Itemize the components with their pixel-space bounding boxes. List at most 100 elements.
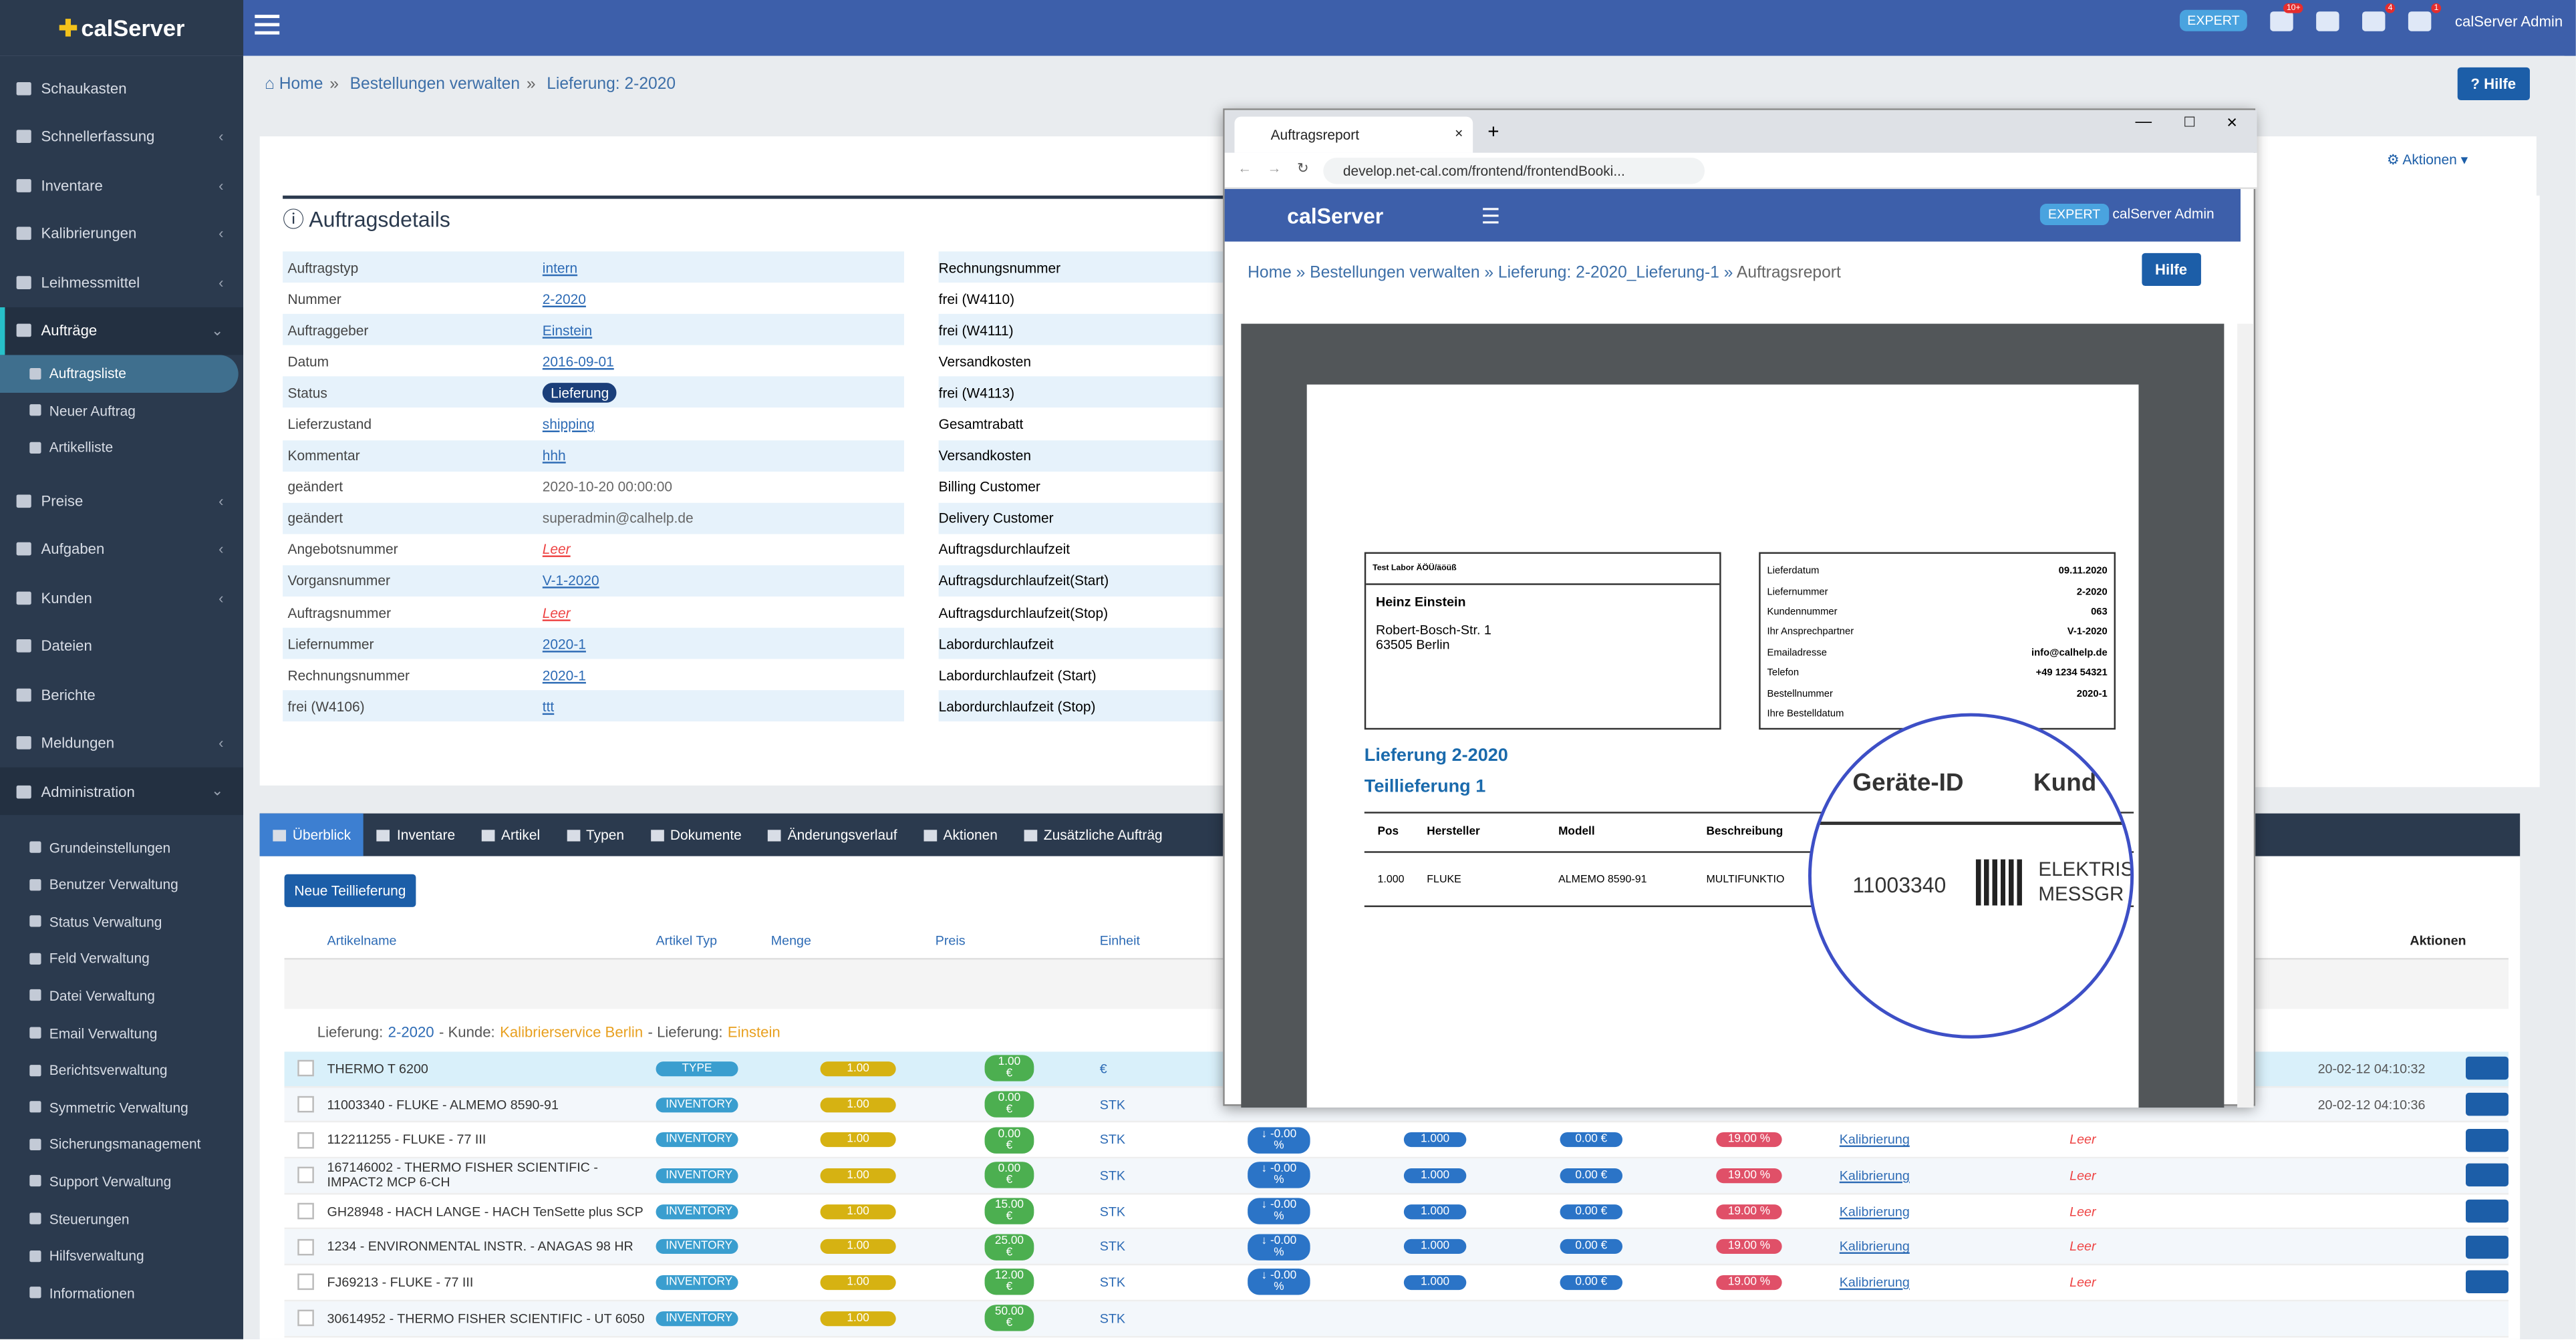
sidebar-sub-neuer-auftrag[interactable]: Neuer Auftrag [0, 392, 243, 430]
help-button[interactable]: ? Hilfe [2457, 67, 2529, 101]
sidebar-sub-informationen[interactable]: Informationen [0, 1274, 243, 1311]
control-icon [29, 1212, 41, 1224]
sidebar-sub-sicherung[interactable]: Sicherungsmanagement [0, 1126, 243, 1163]
row-checkbox[interactable] [297, 1202, 314, 1220]
forward-icon[interactable]: → [1268, 160, 1282, 176]
sidebar-sub-email[interactable]: Email Verwaltung [0, 1014, 243, 1051]
row-actions-button[interactable] [2466, 1057, 2509, 1081]
sidebar-item-administration[interactable]: Administration ⌄ [0, 767, 244, 816]
sidebar-sub-symmetric[interactable]: Symmetric Verwaltung [0, 1089, 243, 1126]
popup-logo[interactable]: calServer [1287, 204, 1383, 228]
expert-badge[interactable]: EXPERT [2178, 9, 2248, 31]
col-einheit[interactable]: Einheit [1100, 933, 1232, 958]
col-menge[interactable]: Menge [771, 933, 936, 958]
tab-artikel[interactable]: Artikel [468, 814, 553, 856]
row-checkbox[interactable] [297, 1132, 314, 1148]
popup-scrollbar[interactable] [2237, 323, 2254, 1108]
row-actions-button[interactable] [2466, 1235, 2509, 1259]
row-checkbox[interactable] [297, 1060, 314, 1077]
browser-tab[interactable]: Auftragsreport × [1234, 116, 1473, 153]
tab-zusaetzliche[interactable]: Zusätzliche Aufträg [1011, 814, 1176, 856]
sidebar-sub-auftragsliste[interactable]: Auftragsliste [0, 355, 239, 392]
sidebar-item-berichte[interactable]: Berichte [0, 670, 243, 719]
row-actions-button[interactable] [2466, 1128, 2509, 1152]
new-tab-icon[interactable]: + [1487, 120, 1499, 143]
url-field[interactable]: develop.net-cal.com/frontend/frontendBoo… [1323, 158, 1705, 184]
reload-icon[interactable]: ↻ [1297, 160, 1309, 178]
book-icon [29, 1064, 41, 1076]
menu-toggle-icon[interactable] [255, 15, 280, 35]
maximize-icon[interactable]: □ [2184, 114, 2194, 132]
close-icon[interactable]: × [1455, 125, 1463, 142]
sidebar-item-aufgaben[interactable]: Aufgaben ‹ [0, 524, 243, 573]
status-badge[interactable]: Lieferung [542, 382, 617, 403]
popup-menu-icon[interactable]: ☰ [1481, 204, 1500, 230]
sidebar-item-leihmessmittel[interactable]: Leihmessmittel ‹ [0, 258, 243, 307]
breadcrumb: ⌂ Home» Bestellungen verwalten» Lieferun… [265, 75, 676, 94]
user-menu[interactable]: calServer Admin [2455, 12, 2563, 29]
sidebar-item-dateien[interactable]: Dateien [0, 622, 243, 671]
sidebar-item-kalibrierungen[interactable]: Kalibrierungen ‹ [0, 210, 243, 259]
row-checkbox[interactable] [297, 1238, 314, 1255]
table-row[interactable]: 112211255 - FLUKE - 77 III INVENTORY 1.00 0… [284, 1123, 2509, 1159]
detail-row: Lieferzustand shipping [287, 415, 595, 433]
sidebar-sub-benutzer[interactable]: Benutzer Verwaltung [0, 866, 243, 903]
row-checkbox[interactable] [297, 1274, 314, 1291]
tab-typen[interactable]: Typen [553, 814, 637, 856]
back-icon[interactable]: ← [1238, 160, 1252, 176]
actions-dropdown[interactable]: ⚙ Aktionen ▾ [2387, 151, 2468, 169]
sidebar-sub-status[interactable]: Status Verwaltung [0, 903, 243, 941]
row-actions-button[interactable] [2466, 1092, 2509, 1116]
table-row[interactable]: 30614952 - THERMO FISHER SCIENTIFIC - UT… [284, 1301, 2509, 1337]
gear-icon: ⚙ [2386, 151, 2400, 168]
sidebar-sub-support[interactable]: Support Verwaltung [0, 1163, 243, 1200]
tab-inventare[interactable]: Inventare [364, 814, 468, 856]
tab-aenderungsverlauf[interactable]: Änderungsverlauf [754, 814, 910, 856]
sidebar-sub-feld[interactable]: Feld Verwaltung [0, 940, 243, 977]
row-checkbox[interactable] [297, 1310, 314, 1327]
table-row[interactable]: FJ69213 - FLUKE - 77 III INVENTORY 1.00 12.… [284, 1266, 2509, 1301]
sidebar-sub-grundeinstellungen[interactable]: Grundeinstellungen [0, 829, 243, 866]
row-checkbox[interactable] [297, 1167, 314, 1184]
new-partial-delivery-button[interactable]: Neue Teillieferung [284, 874, 416, 907]
tab-ueberblick[interactable]: Überblick [259, 813, 364, 856]
sidebar-item-kunden[interactable]: Kunden ‹ [0, 573, 243, 622]
table-row[interactable]: 167146002 - THERMO FISHER SCIENTIFIC - I… [284, 1158, 2509, 1194]
row-actions-button[interactable] [2466, 1164, 2509, 1188]
sidebar-sub-hilfe[interactable]: Hilfsverwaltung [0, 1237, 243, 1275]
col-preis[interactable]: Preis [936, 933, 1100, 958]
detail-row: Nummer 2-2020 [287, 290, 586, 307]
logo-icon: ✚ [58, 13, 78, 41]
sidebar-item-meldungen[interactable]: Meldungen ‹ [0, 719, 243, 768]
tab-dokumente[interactable]: Dokumente [637, 814, 755, 856]
table-row[interactable]: 1234 - ENVIRONMENTAL INSTR. - ANAGAS 98 … [284, 1230, 2509, 1266]
logo[interactable]: ✚ calServer [0, 0, 244, 56]
cart-icon[interactable]: 1 [2409, 2, 2442, 31]
sidebar-item-preise[interactable]: Preise ‹ [0, 476, 243, 525]
detail-row: Vorgansnummer V-1-2020 [283, 565, 904, 597]
row-checkbox[interactable] [297, 1096, 314, 1113]
sidebar-item-schnellerfassung[interactable]: Schnellerfassung ‹ [0, 113, 243, 162]
sidebar-sub-artikelliste[interactable]: Artikelliste [0, 430, 243, 467]
sidebar-sub-datei[interactable]: Datei Verwaltung [0, 977, 243, 1015]
minimize-icon[interactable]: — [2136, 114, 2152, 132]
breadcrumb-bestellungen[interactable]: Bestellungen verwalten [350, 75, 520, 94]
row-actions-button[interactable] [2466, 1271, 2509, 1295]
row-actions-button[interactable] [2466, 1200, 2509, 1223]
bookmark-icon [29, 953, 41, 965]
sidebar-item-inventare[interactable]: Inventare ‹ [0, 161, 243, 210]
tab-aktionen[interactable]: Aktionen [910, 814, 1010, 856]
sidebar-item-auftraege[interactable]: Aufträge ⌄ [0, 306, 244, 355]
sidebar-sub-steuerungen[interactable]: Steuerungen [0, 1200, 243, 1237]
sidebar-item-schaukasten[interactable]: Schaukasten [0, 64, 243, 113]
flag-icon[interactable]: 4 [2363, 2, 2396, 31]
table-row[interactable]: GH28948 - HACH LANGE - HACH TenSette plu… [284, 1194, 2509, 1230]
mail-icon[interactable]: 10+ [2271, 2, 2304, 31]
close-window-icon[interactable]: × [2227, 114, 2237, 134]
bell-icon[interactable] [2317, 10, 2340, 31]
popup-help-button[interactable]: Hilfe [2142, 253, 2200, 287]
sidebar-sub-bericht[interactable]: Berichtsverwaltung [0, 1051, 243, 1089]
col-artikelname[interactable]: Artikelname [327, 933, 656, 958]
breadcrumb-home[interactable]: Home [279, 75, 323, 94]
col-artikel-typ[interactable]: Artikel Typ [656, 933, 771, 958]
